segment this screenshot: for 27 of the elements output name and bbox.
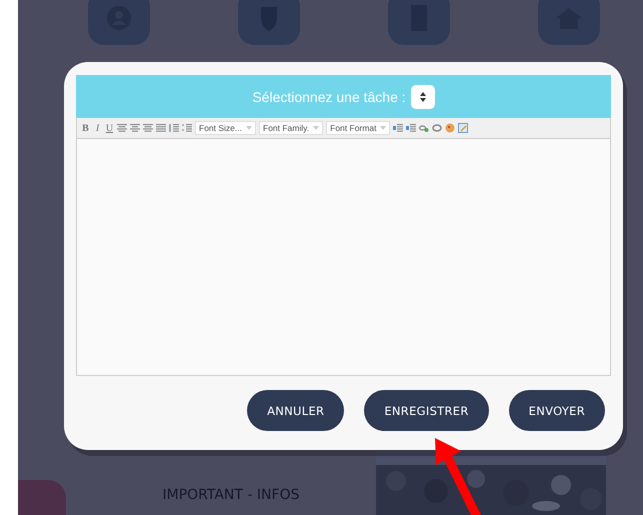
action-button[interactable]: ENVOYER xyxy=(508,390,605,431)
format-button[interactable]: U xyxy=(105,122,114,134)
task-label: Sélectionnez une tâche : xyxy=(252,88,406,104)
numbered-list-icon[interactable] xyxy=(169,123,179,133)
format-button[interactable]: I xyxy=(93,122,102,134)
font-dropdown[interactable]: Font Format xyxy=(326,121,390,135)
up-down-icon xyxy=(418,90,427,102)
caret-icon xyxy=(313,126,320,130)
caret-icon xyxy=(246,126,252,130)
indent-icon[interactable] xyxy=(406,123,416,133)
bullet-list-icon[interactable] xyxy=(182,123,192,133)
format-button[interactable]: B xyxy=(81,122,90,134)
task-select[interactable] xyxy=(410,84,435,108)
outdent-icon[interactable] xyxy=(393,123,404,133)
app-tile xyxy=(18,480,66,515)
align-right-icon[interactable] xyxy=(143,123,153,133)
action-button[interactable]: ENREGISTRER xyxy=(364,390,489,431)
font-dropdown[interactable]: Font Size... xyxy=(195,121,256,135)
link-icon[interactable] xyxy=(419,123,430,133)
align-left-icon[interactable] xyxy=(117,123,127,133)
palette-icon[interactable] xyxy=(445,123,456,133)
edit-icon[interactable] xyxy=(458,123,468,133)
font-dropdown[interactable]: Font Family. xyxy=(259,121,324,135)
caret-icon xyxy=(380,126,386,130)
action-button[interactable]: ANNULER xyxy=(247,390,344,431)
justify-icon[interactable] xyxy=(156,123,166,133)
align-center-icon[interactable] xyxy=(130,123,140,133)
